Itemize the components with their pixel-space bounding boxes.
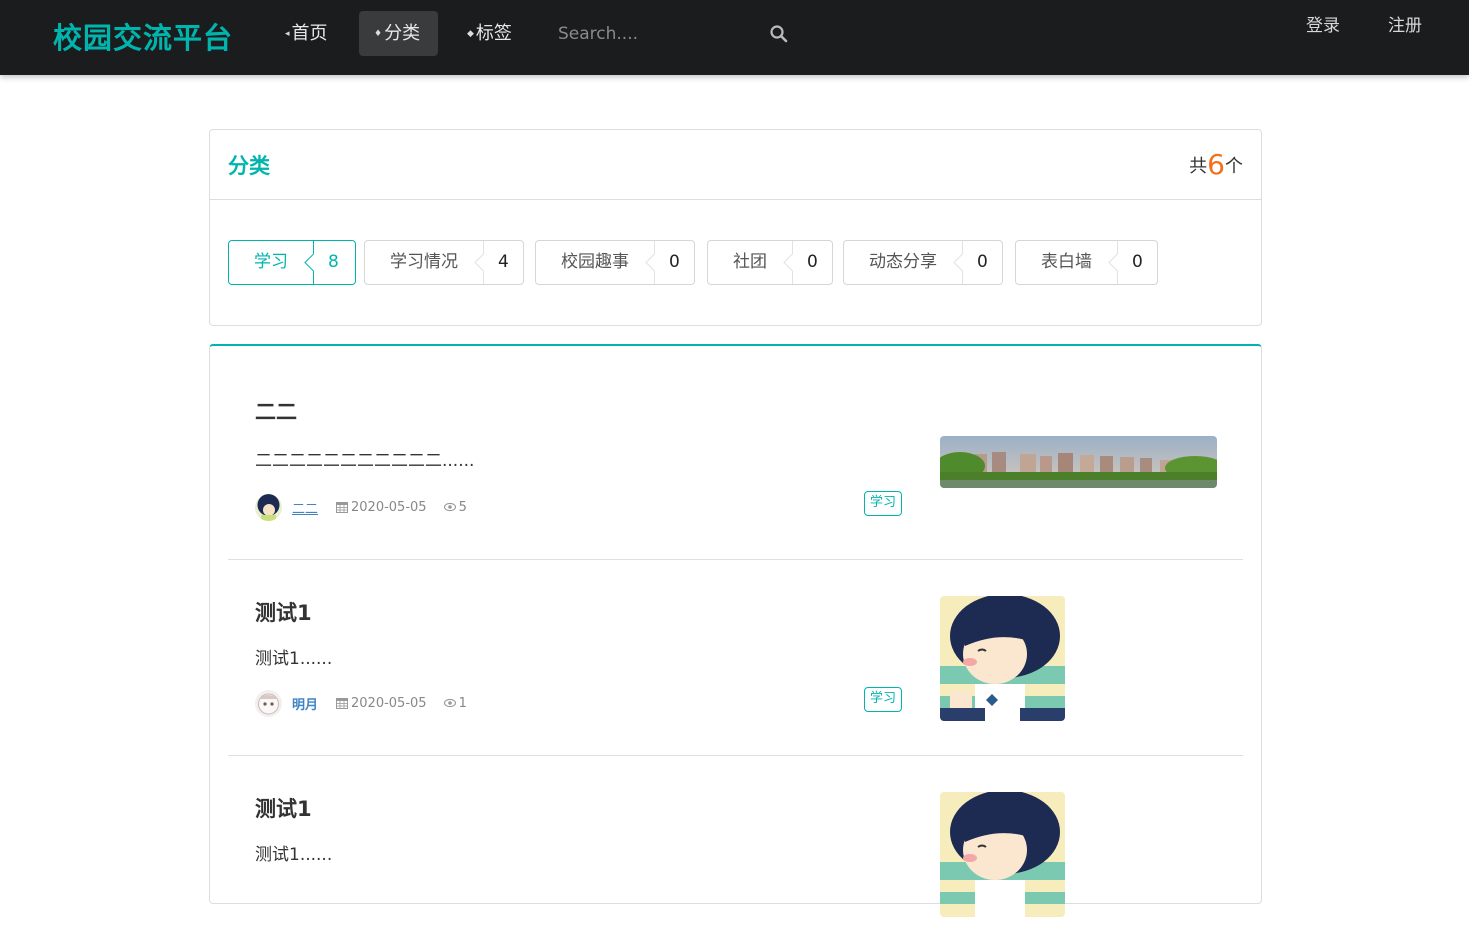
eye-icon — [443, 502, 456, 512]
search-input[interactable] — [545, 16, 795, 52]
post-tag[interactable]: 学习 — [864, 687, 903, 712]
category-item-label: 学习 — [254, 252, 288, 272]
avatar[interactable] — [255, 493, 282, 521]
nav-category[interactable]: ♦ 分类 — [359, 11, 438, 56]
post-title[interactable]: 二二 — [255, 396, 297, 426]
nav-home[interactable]: ◂ 首页 — [270, 11, 343, 56]
post-views: 1 — [458, 695, 467, 711]
post-thumbnail[interactable] — [940, 596, 1065, 721]
category-total: 共6个 — [1189, 148, 1243, 181]
category-panel-header: 分类 共6个 — [210, 130, 1261, 200]
idea-icon: ♦ — [374, 28, 383, 39]
list-item: 二二 二二二二二二二二二二二...... 二二 2020-05-05 5 学习 — [228, 346, 1243, 560]
post-title[interactable]: 测试1 — [255, 793, 312, 823]
post-author[interactable]: 明月 — [292, 694, 318, 713]
post-date: 2020-05-05 — [351, 499, 427, 515]
category-item-count: 0 — [1117, 241, 1157, 284]
search-icon[interactable] — [769, 24, 789, 44]
brand-logo[interactable]: 校园交流平台 — [53, 15, 233, 57]
login-link[interactable]: 登录 — [1306, 11, 1340, 36]
post-excerpt: 测试1...... — [255, 845, 333, 865]
category-count-number: 6 — [1207, 148, 1225, 181]
post-meta: 明月 2020-05-05 1 — [255, 689, 467, 717]
category-panel: 分类 共6个 学习 8 学习情况 4 校园趣事 0 社团 0 动态分享 0 表白… — [209, 129, 1262, 326]
category-item-sharing[interactable]: 动态分享 0 — [843, 240, 1003, 285]
nav-home-label: 首页 — [291, 23, 328, 44]
category-item-campus-fun[interactable]: 校园趣事 0 — [535, 240, 695, 285]
category-item-label: 学习情况 — [390, 252, 458, 272]
top-navbar: 校园交流平台 ◂首页 ♦分类 ◆标签 登录 注册 — [0, 0, 1469, 75]
post-list: 二二 二二二二二二二二二二二...... 二二 2020-05-05 5 学习 … — [209, 344, 1262, 917]
avatar[interactable] — [255, 689, 282, 717]
category-item-count: 0 — [792, 241, 832, 284]
eye-icon — [443, 698, 456, 708]
post-author[interactable]: 二二 — [292, 498, 318, 517]
nav-category-label: 分类 — [384, 23, 421, 44]
nav-tags-label: 标签 — [475, 23, 512, 44]
category-count-suffix: 个 — [1225, 156, 1243, 177]
category-item-label: 动态分享 — [869, 252, 937, 272]
post-date: 2020-05-05 — [351, 695, 427, 711]
category-item-count: 0 — [962, 241, 1002, 284]
category-count-prefix: 共 — [1189, 156, 1208, 177]
post-title[interactable]: 测试1 — [255, 597, 312, 627]
post-meta: 二二 2020-05-05 5 — [255, 493, 467, 521]
home-icon: ◂ — [285, 28, 290, 39]
list-item: 测试1 测试1...... 明月 2020-05-05 1 学习 — [228, 560, 1243, 756]
category-item-label: 表白墙 — [1041, 252, 1092, 272]
category-item-study-status[interactable]: 学习情况 4 — [364, 240, 524, 285]
category-item-clubs[interactable]: 社团 0 — [707, 240, 833, 285]
list-item: 测试1 测试1...... — [228, 756, 1243, 952]
category-item-count: 8 — [313, 241, 353, 284]
tags-icon: ◆ — [467, 28, 474, 39]
calendar-icon — [336, 698, 349, 709]
calendar-icon — [336, 502, 349, 513]
category-item-confession-wall[interactable]: 表白墙 0 — [1015, 240, 1158, 285]
category-item-count: 0 — [654, 241, 694, 284]
post-thumbnail[interactable] — [940, 436, 1217, 488]
register-link[interactable]: 注册 — [1388, 11, 1422, 36]
category-item-label: 校园趣事 — [561, 252, 629, 272]
post-excerpt: 二二二二二二二二二二二...... — [255, 451, 475, 471]
category-item-label: 社团 — [733, 252, 767, 272]
category-item-study[interactable]: 学习 8 — [228, 240, 356, 285]
post-tag[interactable]: 学习 — [864, 491, 903, 516]
category-panel-title: 分类 — [228, 154, 270, 178]
nav-tags[interactable]: ◆ 标签 — [452, 11, 527, 56]
category-item-count: 4 — [483, 241, 523, 284]
post-thumbnail[interactable] — [940, 792, 1065, 917]
post-excerpt: 测试1...... — [255, 649, 333, 669]
post-views: 5 — [458, 499, 467, 515]
